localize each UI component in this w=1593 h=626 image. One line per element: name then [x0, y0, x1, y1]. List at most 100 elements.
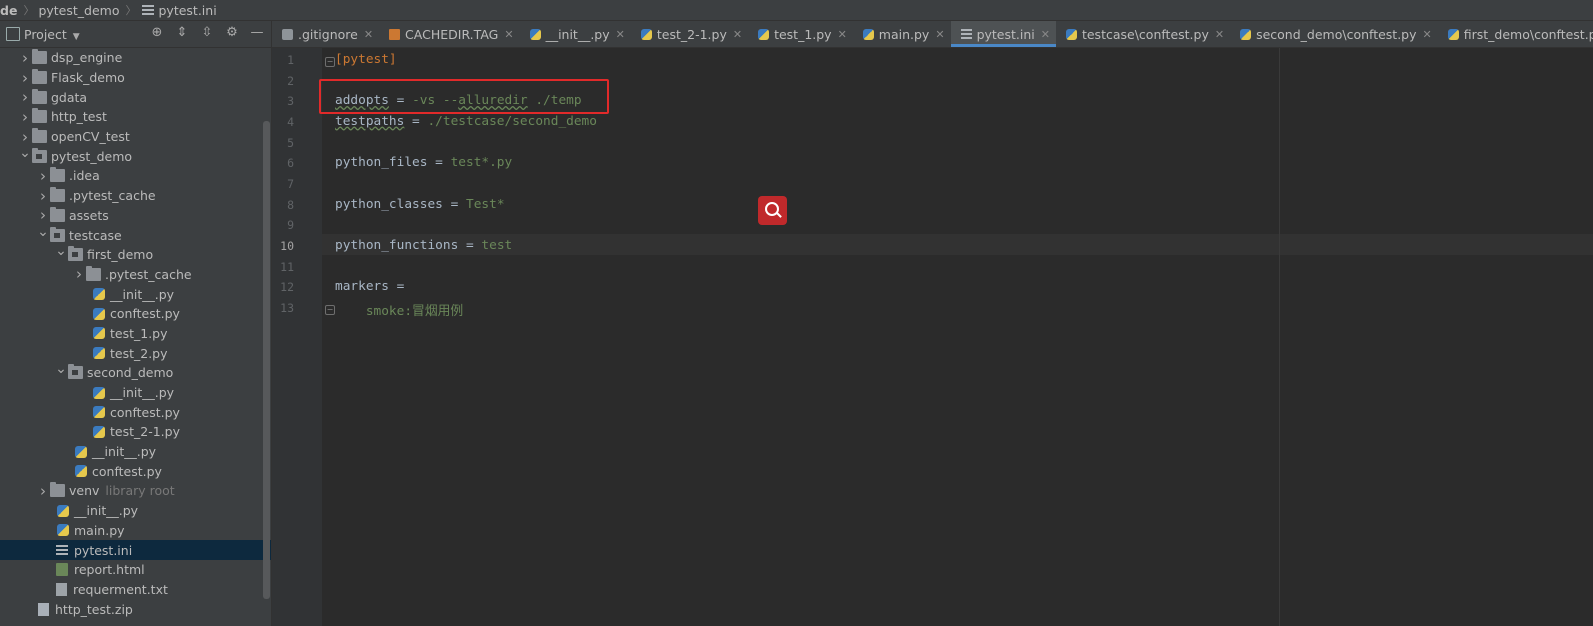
chevron-right-icon[interactable]: ›	[36, 482, 50, 500]
chevron-right-icon[interactable]: ›	[36, 167, 50, 185]
code-line[interactable]: python_functions = test	[335, 238, 512, 253]
project-tree: › dsp_engine › Flask_demo › gdata › http_test › o…	[0, 48, 271, 619]
project-scrollbar[interactable]	[263, 121, 270, 599]
search-button[interactable]	[758, 196, 787, 225]
expand-all-icon[interactable]: ⇕	[174, 25, 190, 41]
editor-tab[interactable]: testcase\conftest.py ✕	[1056, 21, 1230, 47]
current-line-highlight	[322, 234, 1593, 255]
close-icon[interactable]: ✕	[1215, 28, 1224, 41]
tree-item[interactable]: conftest.py	[0, 461, 271, 481]
close-icon[interactable]: ✕	[1041, 28, 1050, 41]
tree-item[interactable]: › Flask_demo	[0, 68, 271, 88]
tree-item[interactable]: conftest.py	[0, 304, 271, 324]
tree-item[interactable]: › dsp_engine	[0, 48, 271, 68]
code-line[interactable]: testpaths = ./testcase/second_demo	[335, 114, 597, 129]
code-line[interactable]: smoke:冒烟用例	[335, 300, 463, 319]
breadcrumb-root[interactable]: de	[0, 3, 17, 18]
editor-tab[interactable]: first_demo\conftest.py✕	[1438, 21, 1593, 47]
fold-marker-icon[interactable]: −	[325, 304, 335, 315]
chevron-right-icon[interactable]: ›	[18, 88, 32, 106]
close-icon[interactable]: ✕	[838, 28, 847, 41]
close-icon[interactable]: ✕	[504, 28, 513, 41]
chevron-right-icon[interactable]: ›	[18, 128, 32, 146]
folder-icon	[32, 69, 47, 85]
tree-item[interactable]: ⌄ pytest_demo	[0, 145, 271, 166]
code-line[interactable]: markers =	[335, 279, 404, 294]
tree-item[interactable]: test_1.py	[0, 324, 271, 344]
code-line[interactable]: [pytest]	[335, 52, 397, 67]
locate-file-icon[interactable]: ⊕	[149, 25, 165, 41]
collapse-all-icon[interactable]: ⇳	[199, 25, 215, 41]
tab-label: first_demo\conftest.py	[1463, 26, 1593, 42]
line-number: 2	[287, 73, 294, 88]
editor-tab[interactable]: second_demo\conftest.py ✕	[1230, 21, 1438, 47]
close-icon[interactable]: ✕	[935, 28, 944, 41]
breadcrumb-item-file[interactable]: pytest.ini	[158, 3, 216, 18]
tab-label: pytest.ini	[976, 26, 1035, 42]
chevron-down-icon[interactable]: ⌄	[18, 145, 32, 161]
tree-item[interactable]: › http_test	[0, 107, 271, 127]
tree-item[interactable]: test_2-1.py	[0, 422, 271, 442]
tree-item[interactable]: › gdata	[0, 87, 271, 107]
editor-tab[interactable]: test_1.py ✕	[748, 21, 853, 47]
code-line[interactable]: addopts = -vs --alluredir ./temp	[335, 93, 582, 108]
gear-icon[interactable]: ⚙	[224, 25, 240, 41]
editor-tab[interactable]: test_2-1.py ✕	[631, 21, 748, 47]
folder-icon	[50, 206, 65, 222]
code-token: -vs --	[412, 93, 459, 109]
project-view-selector[interactable]: Project ▼	[24, 27, 80, 42]
tree-item[interactable]: requerment.txt	[0, 580, 271, 600]
hide-panel-icon[interactable]: —	[249, 25, 265, 41]
tab-label: test_2-1.py	[656, 26, 727, 42]
chevron-down-icon[interactable]: ⌄	[54, 361, 68, 377]
chevron-down-icon[interactable]: ⌄	[36, 224, 50, 240]
chevron-right-icon[interactable]: ›	[18, 49, 32, 67]
tree-item[interactable]: › venv library root	[0, 481, 271, 501]
code-token: =	[388, 93, 413, 109]
tree-item[interactable]: › .idea	[0, 166, 271, 186]
tree-item[interactable]: __init__.py	[0, 501, 271, 521]
tree-item[interactable]: report.html	[0, 560, 271, 580]
tree-item[interactable]: ⌄ second_demo	[0, 361, 271, 383]
code-editor[interactable]: 1− [pytest] 2 3 addopts = -vs --alluredir ./…	[272, 48, 1593, 626]
tree-item[interactable]: __init__.py	[0, 383, 271, 403]
line-number: 4	[287, 114, 294, 129]
code-token: test*.py	[450, 155, 513, 171]
fold-marker-icon[interactable]: −	[325, 57, 335, 67]
package-folder-icon	[68, 364, 83, 380]
close-icon[interactable]: ✕	[1423, 28, 1432, 41]
chevron-right-icon[interactable]: ›	[36, 206, 50, 224]
code-line[interactable]: python_classes = Test*	[335, 197, 505, 212]
close-icon[interactable]: ✕	[364, 28, 373, 41]
tree-item[interactable]: __init__.py	[0, 442, 271, 462]
breadcrumb-item-project[interactable]: pytest_demo	[38, 3, 119, 18]
chevron-right-icon[interactable]: ›	[36, 187, 50, 205]
tab-label: __init__.py	[545, 26, 610, 42]
tree-item[interactable]: test_2.py	[0, 343, 271, 363]
tree-item[interactable]: http_test.zip	[0, 599, 271, 619]
chevron-right-icon[interactable]: ›	[72, 265, 86, 283]
editor-tab[interactable]: CACHEDIR.TAG ✕	[379, 21, 520, 47]
close-icon[interactable]: ✕	[733, 28, 742, 41]
editor-tab[interactable]: .gitignore ✕	[272, 21, 379, 47]
tree-item[interactable]: ⌄ first_demo	[0, 243, 271, 265]
tree-item[interactable]: › openCV_test	[0, 127, 271, 147]
close-icon[interactable]: ✕	[616, 28, 625, 41]
tree-item[interactable]: ⌄ testcase	[0, 224, 271, 245]
tree-item[interactable]: › .pytest_cache	[0, 186, 271, 206]
python-file-icon	[75, 445, 87, 458]
chevron-right-icon[interactable]: ›	[18, 108, 32, 126]
editor-tab[interactable]: main.py ✕	[853, 21, 951, 47]
chevron-right-icon[interactable]: ›	[18, 69, 32, 87]
chevron-down-icon[interactable]: ⌄	[54, 243, 68, 259]
code-token: =	[388, 279, 405, 295]
editor-tab[interactable]: __init__.py ✕	[520, 21, 631, 47]
editor-tab[interactable]: pytest.ini ✕	[950, 21, 1057, 47]
code-line[interactable]: python_files = test*.py	[335, 155, 512, 170]
tree-item[interactable]: __init__.py	[0, 284, 271, 304]
tree-item[interactable]: pytest.ini	[0, 540, 271, 560]
tree-item[interactable]: › assets	[0, 206, 271, 226]
tree-item[interactable]: conftest.py	[0, 402, 271, 422]
tree-item[interactable]: main.py	[0, 521, 271, 541]
tree-item[interactable]: › .pytest_cache	[0, 265, 271, 285]
